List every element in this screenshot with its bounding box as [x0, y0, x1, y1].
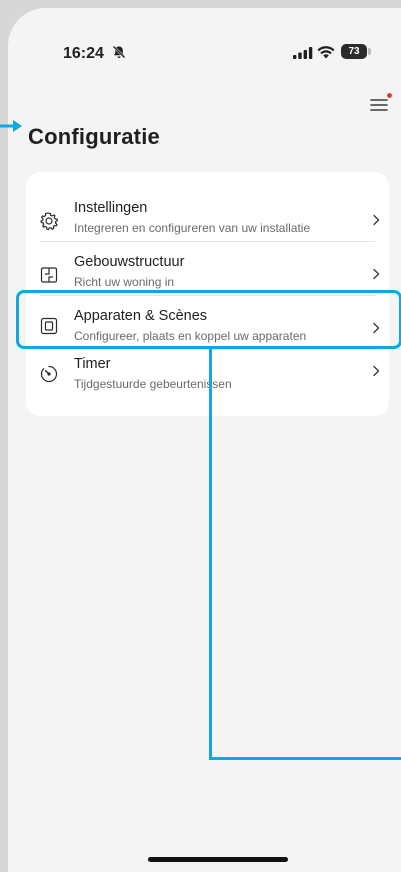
chevron-right-icon [373, 268, 380, 280]
home-indicator [148, 857, 288, 862]
callout-line [209, 757, 401, 760]
status-time: 16:24 [63, 45, 104, 62]
callout-line [209, 349, 212, 760]
wifi-icon [317, 46, 335, 59]
page-title: Configuratie [28, 124, 160, 149]
floorplan-icon [40, 267, 58, 283]
cellular-signal-icon [293, 47, 313, 59]
app-screen: 16:24 73 Configuratie Instellingen Integ… [8, 8, 401, 872]
chevron-right-icon [373, 214, 380, 226]
menu-item-gebouwstructuur[interactable]: Gebouwstructuur Richt uw woning in [26, 242, 389, 296]
menu-item-subtitle: Integreren en configureren van uw instal… [74, 221, 311, 235]
arrow-right-icon [0, 120, 22, 132]
timer-icon [40, 365, 58, 383]
menu-item-instellingen[interactable]: Instellingen Integreren en configureren … [26, 188, 389, 242]
menu-item-timer[interactable]: Timer Tijdgestuurde gebeurtenissen [26, 348, 389, 398]
menu-item-subtitle: Richt uw woning in [74, 275, 175, 289]
bell-muted-icon [112, 45, 126, 59]
hamburger-menu-icon[interactable] [369, 92, 393, 114]
gear-icon [40, 212, 59, 231]
highlight-box [16, 290, 401, 349]
menu-item-title: Gebouwstructuur [74, 254, 185, 270]
chevron-right-icon [373, 365, 380, 377]
menu-item-title: Instellingen [74, 200, 148, 216]
notification-dot [387, 93, 392, 98]
battery-indicator: 73 [341, 44, 371, 59]
menu-item-title: Timer [74, 356, 111, 372]
